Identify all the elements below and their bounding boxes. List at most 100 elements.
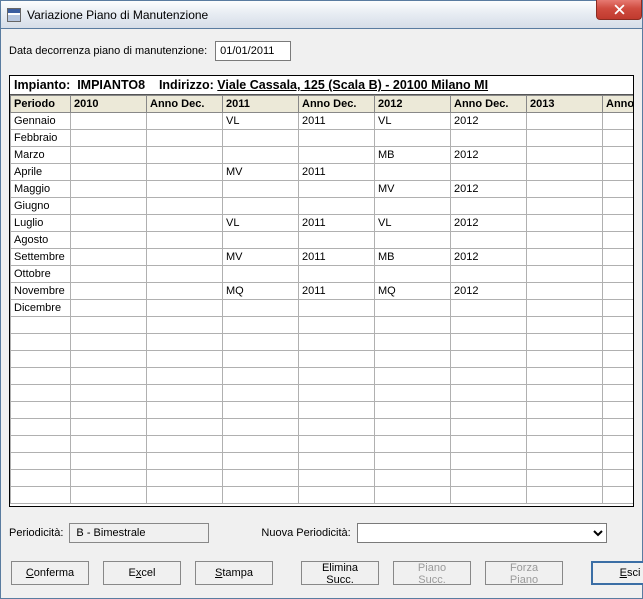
table-row[interactable] bbox=[11, 351, 634, 368]
cell[interactable] bbox=[603, 147, 634, 164]
cell[interactable] bbox=[71, 334, 147, 351]
cell[interactable] bbox=[299, 368, 375, 385]
cell[interactable] bbox=[527, 147, 603, 164]
table-row[interactable]: MarzoMB2012 bbox=[11, 147, 634, 164]
cell[interactable] bbox=[223, 266, 299, 283]
cell[interactable] bbox=[603, 402, 634, 419]
cell[interactable] bbox=[527, 232, 603, 249]
cell[interactable]: 2012 bbox=[451, 147, 527, 164]
cell[interactable] bbox=[527, 249, 603, 266]
cell[interactable] bbox=[147, 453, 223, 470]
table-row[interactable] bbox=[11, 419, 634, 436]
cell[interactable] bbox=[223, 419, 299, 436]
cell[interactable]: VL bbox=[223, 215, 299, 232]
cell[interactable] bbox=[451, 334, 527, 351]
col-header[interactable]: Anno Dec. bbox=[299, 96, 375, 113]
cell[interactable] bbox=[299, 317, 375, 334]
cell[interactable] bbox=[71, 164, 147, 181]
col-header[interactable]: Periodo bbox=[11, 96, 71, 113]
cell[interactable] bbox=[147, 300, 223, 317]
cell[interactable] bbox=[147, 113, 223, 130]
cell[interactable] bbox=[71, 249, 147, 266]
cell[interactable] bbox=[375, 334, 451, 351]
cell[interactable] bbox=[603, 266, 634, 283]
cell[interactable] bbox=[147, 266, 223, 283]
cell[interactable]: MQ bbox=[223, 283, 299, 300]
cell[interactable] bbox=[71, 147, 147, 164]
cell[interactable] bbox=[375, 402, 451, 419]
cell[interactable] bbox=[71, 198, 147, 215]
cell[interactable]: Aprile bbox=[11, 164, 71, 181]
cell[interactable] bbox=[147, 385, 223, 402]
cell[interactable] bbox=[375, 436, 451, 453]
cell[interactable] bbox=[603, 470, 634, 487]
cell[interactable] bbox=[299, 402, 375, 419]
table-row[interactable]: Giugno bbox=[11, 198, 634, 215]
cell[interactable] bbox=[451, 317, 527, 334]
cell[interactable] bbox=[223, 351, 299, 368]
cell[interactable] bbox=[375, 130, 451, 147]
table-row[interactable]: AprileMV2011 bbox=[11, 164, 634, 181]
cell[interactable] bbox=[527, 402, 603, 419]
table-row[interactable] bbox=[11, 436, 634, 453]
cell[interactable] bbox=[527, 215, 603, 232]
cell[interactable] bbox=[299, 300, 375, 317]
cell[interactable]: Agosto bbox=[11, 232, 71, 249]
table-row[interactable] bbox=[11, 334, 634, 351]
cell[interactable] bbox=[71, 317, 147, 334]
cell[interactable] bbox=[71, 300, 147, 317]
cell[interactable] bbox=[527, 351, 603, 368]
cell[interactable] bbox=[299, 487, 375, 504]
cell[interactable] bbox=[223, 487, 299, 504]
cell[interactable] bbox=[147, 402, 223, 419]
cell[interactable] bbox=[603, 453, 634, 470]
cell[interactable] bbox=[527, 436, 603, 453]
cell[interactable] bbox=[603, 300, 634, 317]
cell[interactable]: Dicembre bbox=[11, 300, 71, 317]
cell[interactable]: Marzo bbox=[11, 147, 71, 164]
cell[interactable] bbox=[375, 266, 451, 283]
cell[interactable] bbox=[451, 351, 527, 368]
cell[interactable] bbox=[451, 368, 527, 385]
cell[interactable] bbox=[147, 198, 223, 215]
cell[interactable] bbox=[299, 470, 375, 487]
cell[interactable] bbox=[71, 181, 147, 198]
cell[interactable] bbox=[223, 402, 299, 419]
excel-button[interactable]: Excel bbox=[103, 561, 181, 585]
table-row[interactable]: Ottobre bbox=[11, 266, 634, 283]
cell[interactable] bbox=[71, 453, 147, 470]
cell[interactable] bbox=[451, 232, 527, 249]
cell[interactable] bbox=[11, 453, 71, 470]
cell[interactable]: Novembre bbox=[11, 283, 71, 300]
cell[interactable]: Ottobre bbox=[11, 266, 71, 283]
cell[interactable] bbox=[451, 419, 527, 436]
cell[interactable] bbox=[375, 351, 451, 368]
cell[interactable] bbox=[147, 368, 223, 385]
cell[interactable]: 2012 bbox=[451, 113, 527, 130]
piano-succ-button[interactable]: Piano Succ. bbox=[393, 561, 471, 585]
cell[interactable] bbox=[11, 351, 71, 368]
cell[interactable] bbox=[527, 130, 603, 147]
cell[interactable] bbox=[451, 402, 527, 419]
close-button[interactable] bbox=[596, 0, 642, 20]
cell[interactable] bbox=[147, 130, 223, 147]
table-row[interactable]: SettembreMV2011MB2012 bbox=[11, 249, 634, 266]
cell[interactable] bbox=[71, 368, 147, 385]
new-periodicity-select[interactable] bbox=[357, 523, 607, 543]
cell[interactable] bbox=[527, 113, 603, 130]
cell[interactable] bbox=[451, 198, 527, 215]
cell[interactable] bbox=[603, 164, 634, 181]
cell[interactable] bbox=[147, 181, 223, 198]
table-row[interactable]: GennaioVL2011VL2012 bbox=[11, 113, 634, 130]
cell[interactable]: MQ bbox=[375, 283, 451, 300]
cell[interactable] bbox=[375, 453, 451, 470]
cell[interactable] bbox=[147, 317, 223, 334]
cell[interactable] bbox=[11, 334, 71, 351]
cell[interactable] bbox=[603, 232, 634, 249]
cell[interactable] bbox=[603, 198, 634, 215]
cell[interactable]: Maggio bbox=[11, 181, 71, 198]
cell[interactable] bbox=[375, 385, 451, 402]
table-row[interactable]: Agosto bbox=[11, 232, 634, 249]
cell[interactable] bbox=[299, 266, 375, 283]
cell[interactable] bbox=[223, 232, 299, 249]
